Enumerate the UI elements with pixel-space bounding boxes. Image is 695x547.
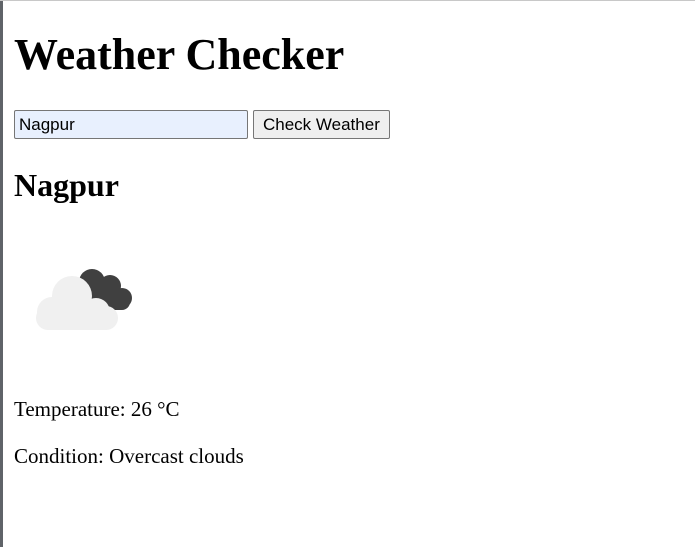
check-weather-button[interactable]: Check Weather (253, 110, 390, 139)
page-title: Weather Checker (14, 30, 345, 79)
condition-value: Overcast clouds (109, 444, 244, 468)
city-heading: Nagpur (14, 167, 119, 203)
window-edge (0, 0, 3, 547)
temperature-line: Temperature: 26 °C (14, 396, 180, 422)
city-input[interactable] (14, 110, 248, 139)
condition-label: Condition: (14, 444, 104, 468)
window-top-edge (0, 0, 695, 1)
condition-line: Condition: Overcast clouds (14, 443, 244, 469)
temperature-label: Temperature: (14, 397, 126, 421)
search-row: Check Weather (14, 110, 390, 139)
temperature-value: 26 °C (130, 397, 180, 421)
overcast-clouds-icon (36, 269, 132, 330)
